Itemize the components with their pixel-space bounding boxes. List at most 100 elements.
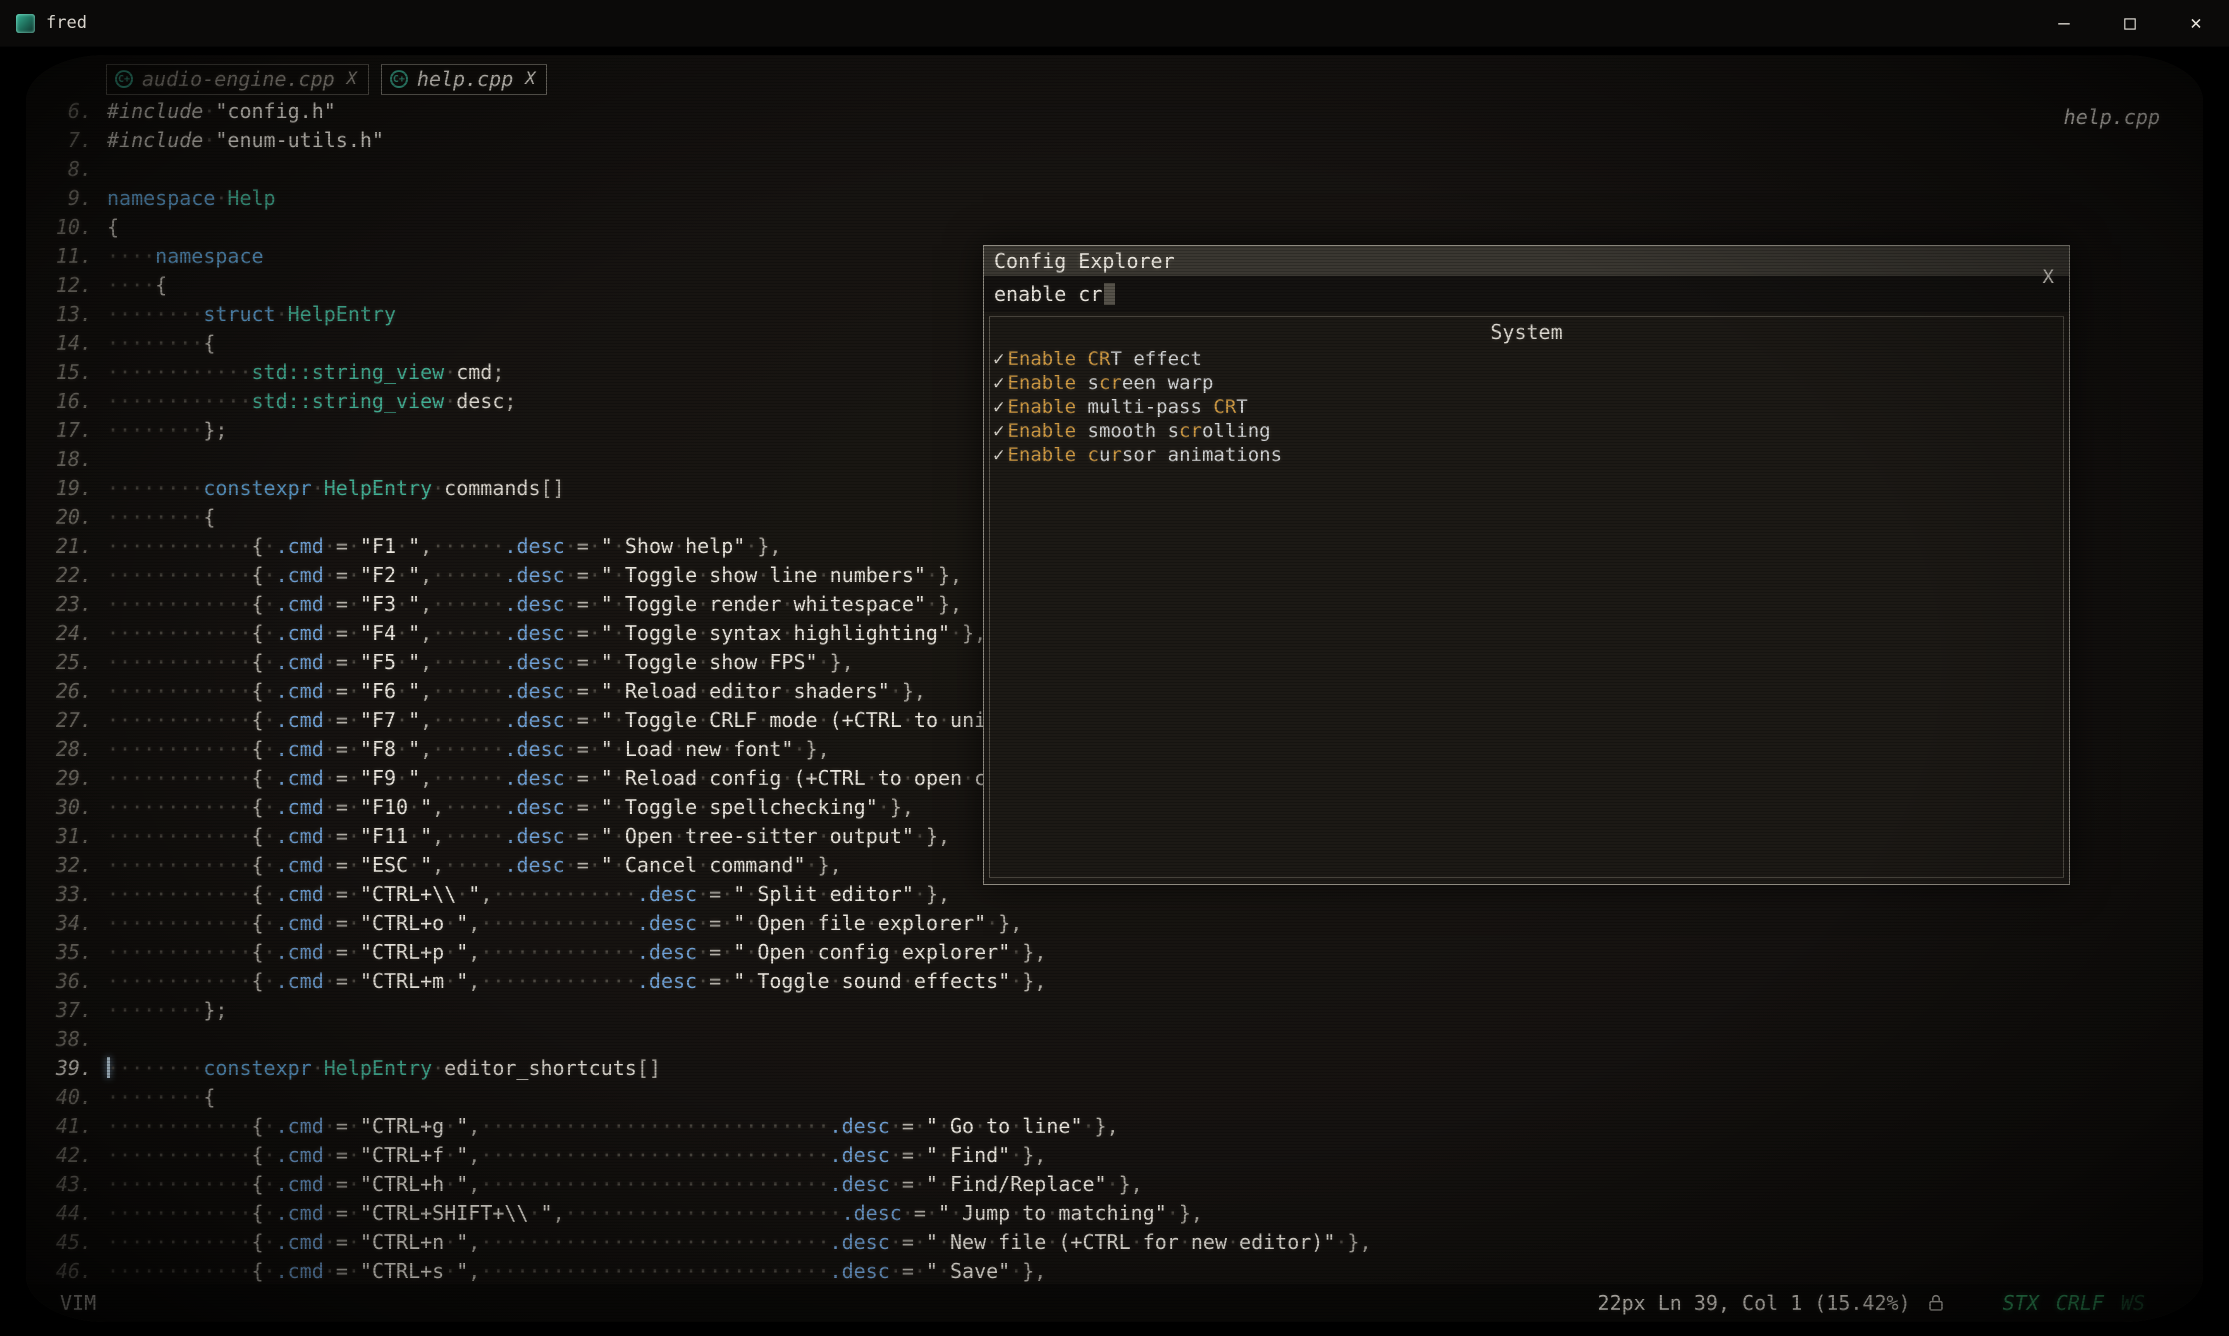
- line-number: 40.: [34, 1083, 92, 1112]
- window-titlebar: fred – □ ✕: [0, 0, 2229, 47]
- code-text: ············{·.cmd·=·"CTRL+g·",·········…: [107, 1112, 1119, 1141]
- line-number: 20.: [34, 503, 92, 532]
- config-section-header: System: [990, 317, 2063, 347]
- code-text: ········};: [107, 996, 227, 1025]
- line-number: 9.: [34, 184, 92, 213]
- tab-label: help.cpp: [417, 67, 513, 91]
- line-number: 43.: [34, 1170, 92, 1199]
- code-text: ········{: [107, 1083, 215, 1112]
- config-item[interactable]: ✓Enable CRT effect: [990, 347, 2063, 371]
- code-text: ········struct·HelpEntry: [107, 300, 396, 329]
- app-icon: [16, 14, 35, 33]
- code-text: ············{·.cmd·=·"F10·",·····.desc·=…: [107, 793, 914, 822]
- line-number: 24.: [34, 619, 92, 648]
- code-text: {: [107, 213, 119, 242]
- line-number: 19.: [34, 474, 92, 503]
- code-line[interactable]: 35.············{·.cmd·=·"CTRL+p·",······…: [34, 938, 2203, 967]
- code-line[interactable]: 8.: [34, 155, 2203, 184]
- status-bar: VIM 22px Ln 39, Col 1 (15.42%) STXCRLFWS: [26, 1284, 2203, 1322]
- input-cursor: [1104, 283, 1115, 305]
- code-line[interactable]: 46. ············{·.cmd·=·"CTRL+s·",······…: [34, 1257, 2203, 1286]
- line-number: 46.: [34, 1257, 92, 1286]
- code-line[interactable]: 44.············{·.cmd·=·"CTRL+SHIFT+\\·"…: [34, 1199, 2203, 1228]
- line-number: 17.: [34, 416, 92, 445]
- status-flags: STXCRLFWS: [2003, 1291, 2145, 1315]
- line-number: 31.: [34, 822, 92, 851]
- code-line[interactable]: 34. ············{·.cmd·=·"CTRL+o·",······…: [34, 909, 2203, 938]
- code-line[interactable]: 38.: [34, 1025, 2203, 1054]
- code-line[interactable]: 39.········constexpr·HelpEntry·editor_sh…: [34, 1054, 2203, 1083]
- line-number: 7.: [34, 126, 92, 155]
- config-items: ✓Enable CRT effect✓Enable screen warp✓En…: [990, 347, 2063, 467]
- tab-audio-engine-cpp[interactable]: C+audio-engine.cppX: [106, 64, 369, 95]
- code-text: #include·"enum-utils.h": [107, 126, 384, 155]
- config-search-input[interactable]: enable cr: [984, 276, 2069, 312]
- code-line[interactable]: 9. namespace·Help: [34, 184, 2203, 213]
- code-text: ············{·.cmd·=·"F4·",······.desc·=…: [107, 619, 986, 648]
- checkbox-checked-icon: ✓: [993, 395, 1004, 419]
- line-number: 10.: [34, 213, 92, 242]
- code-line[interactable]: 7. #include·"enum-utils.h": [34, 126, 2203, 155]
- code-text: ············std::string_view·desc;: [107, 387, 516, 416]
- config-panel: System ✓Enable CRT effect✓Enable screen …: [989, 316, 2064, 878]
- config-item[interactable]: ✓Enable screen warp: [990, 371, 2063, 395]
- line-number: 34.: [34, 909, 92, 938]
- config-item[interactable]: ✓Enable multi-pass CRT: [990, 395, 2063, 419]
- code-text: ············{·.cmd·=·"CTRL+n·",·········…: [107, 1228, 1372, 1257]
- tab-close-button[interactable]: X: [525, 69, 535, 89]
- code-text: ············{·.cmd·=·"ESC·",·····.desc·=…: [107, 851, 842, 880]
- config-item[interactable]: ✓Enable smooth scrolling: [990, 419, 2063, 443]
- code-text: ············{·.cmd·=·"CTRL+s·",·········…: [107, 1257, 1046, 1286]
- code-text: ············{·.cmd·=·"F2·",······.desc·=…: [107, 561, 962, 590]
- code-text: ····namespace: [107, 242, 264, 271]
- code-line[interactable]: 36.············{·.cmd·=·"CTRL+m·",······…: [34, 967, 2203, 996]
- current-filename: help.cpp: [2064, 105, 2160, 129]
- code-text: ········{: [107, 503, 215, 532]
- line-number: 28.: [34, 735, 92, 764]
- code-text: namespace·Help: [107, 184, 276, 213]
- window-title: fred: [46, 13, 87, 33]
- code-line[interactable]: 43.············{·.cmd·=·"CTRL+h·",······…: [34, 1170, 2203, 1199]
- config-item[interactable]: ✓Enable cursor animations: [990, 443, 2063, 467]
- line-number: 12.: [34, 271, 92, 300]
- tab-help-cpp[interactable]: C+help.cppX: [381, 64, 548, 95]
- line-number: 25.: [34, 648, 92, 677]
- code-line[interactable]: 10. {: [34, 213, 2203, 242]
- code-text: ············{·.cmd·=·"F7·",······.desc·=…: [107, 706, 1070, 735]
- code-text: ········};: [107, 416, 227, 445]
- code-line[interactable]: 45. ············{·.cmd·=·"CTRL+n·",······…: [34, 1228, 2203, 1257]
- code-line[interactable]: 41.············{·.cmd·=·"CTRL+g·",······…: [34, 1112, 2203, 1141]
- code-text: ············{·.cmd·=·"CTRL+SHIFT+\\·",··…: [107, 1199, 1203, 1228]
- config-item-label: Enable smooth scrolling: [1007, 419, 1270, 443]
- line-number: 45.: [34, 1228, 92, 1257]
- line-number: 14.: [34, 329, 92, 358]
- code-line[interactable]: 37.········};: [34, 996, 2203, 1025]
- code-text: ············{·.cmd·=·"F9·",······.desc·=…: [107, 764, 1107, 793]
- window-controls: – □ ✕: [2031, 0, 2229, 46]
- code-text: ············{·.cmd·=·"F8·",······.desc·=…: [107, 735, 830, 764]
- code-text: ········constexpr·HelpEntry·editor_short…: [107, 1054, 661, 1083]
- tab-close-button[interactable]: X: [347, 69, 357, 89]
- code-line[interactable]: 42.············{·.cmd·=·"CTRL+f·",······…: [34, 1141, 2203, 1170]
- maximize-button[interactable]: □: [2097, 0, 2163, 46]
- code-text: ····{: [107, 271, 167, 300]
- line-number: 36.: [34, 967, 92, 996]
- line-number: 15.: [34, 358, 92, 387]
- line-number: 27.: [34, 706, 92, 735]
- popup-close-button[interactable]: X: [2043, 266, 2054, 288]
- minimize-button[interactable]: –: [2031, 0, 2097, 46]
- line-number: 33.: [34, 880, 92, 909]
- close-button[interactable]: ✕: [2163, 0, 2229, 46]
- checkbox-checked-icon: ✓: [993, 347, 1004, 371]
- code-text: ········{: [107, 329, 215, 358]
- line-number: 13.: [34, 300, 92, 329]
- code-line[interactable]: 40. ········{: [34, 1083, 2203, 1112]
- line-number: 30.: [34, 793, 92, 822]
- code-text: ············{·.cmd·=·"CTRL+o·",·········…: [107, 909, 1022, 938]
- config-item-label: Enable CRT effect: [1007, 347, 1202, 371]
- checkbox-checked-icon: ✓: [993, 419, 1004, 443]
- status-flag-ws: WS: [2121, 1291, 2145, 1315]
- code-line[interactable]: 6.#include·"config.h": [34, 97, 2203, 126]
- line-number: 32.: [34, 851, 92, 880]
- line-number: 23.: [34, 590, 92, 619]
